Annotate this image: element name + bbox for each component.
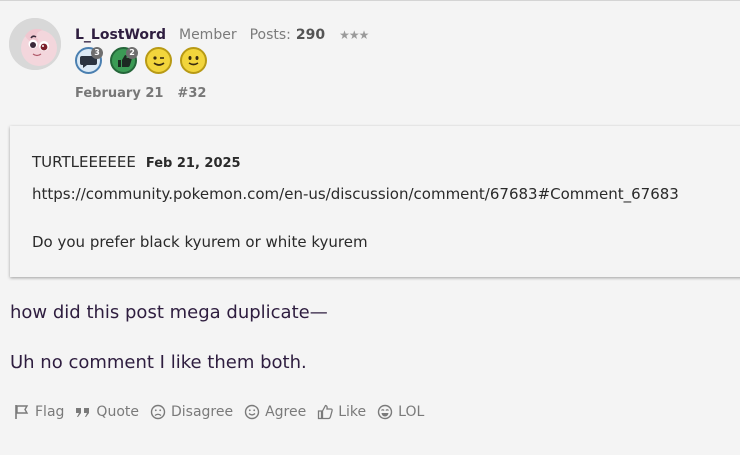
quote-header: TURTLEEEEEE Feb 21, 2025 xyxy=(32,153,241,171)
thumbs-up-badge-icon[interactable]: 2 xyxy=(110,47,138,74)
quote-date: Feb 21, 2025 xyxy=(145,156,241,171)
post-date[interactable]: February 21 xyxy=(75,86,163,101)
like-label: Like xyxy=(338,404,367,420)
agree-button[interactable]: Agree xyxy=(244,404,306,420)
frown-icon xyxy=(150,404,166,420)
avatar[interactable] xyxy=(9,18,61,70)
rank-stars: ★★★ xyxy=(339,28,369,42)
quote-author[interactable]: TURTLEEEEEE xyxy=(32,153,136,171)
smile-emoji-icon[interactable] xyxy=(180,47,207,74)
badge-list: 3 2 xyxy=(75,47,215,74)
post-permalink[interactable]: #32 xyxy=(177,86,206,101)
flag-button[interactable]: Flag xyxy=(14,404,64,420)
flag-label: Flag xyxy=(35,404,65,420)
posts-count: 290 xyxy=(295,27,326,43)
author-name[interactable]: L_LostWord xyxy=(75,27,166,43)
badge-count: 3 xyxy=(91,47,103,59)
posts-label: Posts: xyxy=(249,27,291,43)
thumbs-up-icon xyxy=(318,404,334,420)
author-info: L_LostWord Member Posts: 290 ★★★ xyxy=(75,26,369,44)
top-divider xyxy=(0,0,740,1)
quote-block: TURTLEEEEEE Feb 21, 2025 https://communi… xyxy=(10,126,740,277)
quote-label: Quote xyxy=(96,404,139,420)
like-button[interactable]: Like xyxy=(317,404,366,420)
jigglypuff-avatar-icon xyxy=(9,18,61,70)
disagree-label: Disagree xyxy=(170,404,234,420)
lol-label: LOL xyxy=(398,404,425,420)
reaction-bar: Flag Quote Disagree Agree Like LOL xyxy=(14,404,435,420)
post-body-line: Uh no comment I like them both. xyxy=(10,352,307,373)
quote-link[interactable]: https://community.pokemon.com/en-us/disc… xyxy=(32,185,679,203)
comment-badge-icon[interactable]: 3 xyxy=(75,47,103,74)
flag-icon xyxy=(15,405,29,419)
wink-emoji-icon[interactable] xyxy=(145,47,172,74)
quote-icon xyxy=(76,408,90,417)
post-meta: February 21 #32 xyxy=(75,84,206,102)
badge-count: 2 xyxy=(126,47,138,59)
quote-button[interactable]: Quote xyxy=(75,404,139,420)
disagree-button[interactable]: Disagree xyxy=(150,404,233,420)
laugh-icon xyxy=(377,404,393,420)
agree-label: Agree xyxy=(265,404,307,420)
post-body-line: how did this post mega duplicate— xyxy=(10,302,328,323)
smile-icon xyxy=(244,404,260,420)
lol-button[interactable]: LOL xyxy=(377,404,424,420)
author-role: Member xyxy=(178,27,237,43)
quote-text: Do you prefer black kyurem or white kyur… xyxy=(32,233,368,251)
